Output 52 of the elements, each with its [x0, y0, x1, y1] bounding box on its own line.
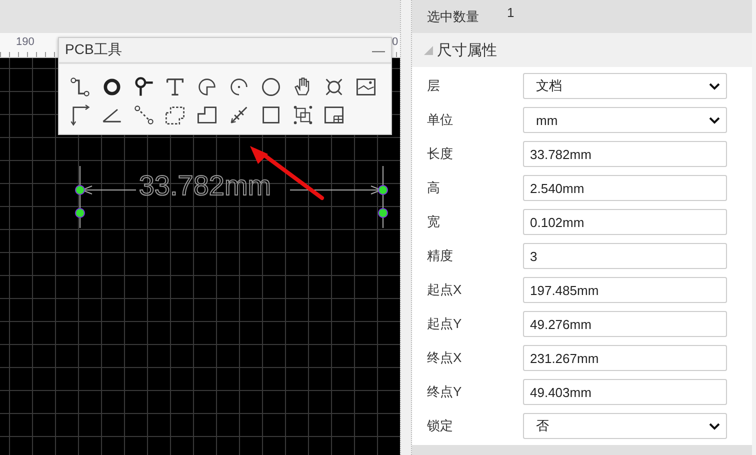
- property-label: 终点Y: [426, 383, 463, 401]
- dashed-line-icon[interactable]: [132, 104, 155, 126]
- step-outline-icon[interactable]: [196, 104, 218, 126]
- property-label: 终点X: [426, 349, 463, 367]
- overlap-squares-icon[interactable]: [292, 104, 314, 126]
- dropdown-field[interactable]: 否: [523, 413, 727, 439]
- property-label: 高: [426, 179, 441, 197]
- endpoint-handle[interactable]: [378, 208, 388, 218]
- dropdown-field[interactable]: mm: [523, 107, 727, 133]
- track-icon[interactable]: [69, 76, 91, 98]
- endpoint-handle[interactable]: [75, 185, 85, 195]
- image-icon[interactable]: [355, 76, 378, 98]
- ruler-label: 0: [392, 36, 398, 48]
- input-field[interactable]: 197.485mm: [523, 277, 727, 303]
- input-field[interactable]: 49.276mm: [523, 311, 727, 337]
- property-label: 层: [426, 77, 441, 95]
- property-label: 宽: [426, 213, 441, 231]
- chevron-icon: [709, 422, 720, 430]
- corner-lines-icon[interactable]: [69, 104, 91, 126]
- via-icon[interactable]: [132, 76, 155, 98]
- selection-count: 1: [507, 5, 514, 20]
- square-icon[interactable]: [260, 104, 282, 126]
- property-label: 长度: [426, 145, 454, 163]
- endpoint-handle[interactable]: [378, 185, 388, 195]
- text-icon[interactable]: [164, 76, 186, 98]
- input-field[interactable]: 2.540mm: [523, 175, 727, 201]
- dimension-label: 33.782mm: [138, 170, 272, 201]
- table-frame-icon[interactable]: [323, 104, 346, 126]
- chevron-icon: [709, 82, 720, 90]
- input-field[interactable]: 33.782mm: [523, 141, 727, 167]
- property-label: 起点Y: [426, 315, 463, 333]
- dashed-region-icon[interactable]: [164, 104, 186, 126]
- input-field[interactable]: 0.102mm: [523, 209, 727, 235]
- selection-count-label: 选中数量: [427, 8, 479, 26]
- dropdown-field[interactable]: 文档: [523, 73, 727, 99]
- section-header[interactable]: 尺寸属性: [412, 33, 752, 67]
- panel-title: PCB工具: [65, 41, 122, 59]
- ruler-label: 190: [16, 36, 34, 48]
- arc-center-icon[interactable]: [228, 76, 250, 98]
- property-label: 单位: [426, 111, 454, 129]
- property-label: 起点X: [426, 281, 463, 299]
- circle-icon[interactable]: [260, 76, 282, 98]
- property-label: 锁定: [426, 417, 454, 435]
- minimize-button[interactable]: —: [372, 42, 385, 58]
- section-title: 尺寸属性: [437, 40, 497, 60]
- property-label: 精度: [426, 247, 454, 265]
- input-field[interactable]: 49.403mm: [523, 379, 727, 405]
- endpoint-handle[interactable]: [75, 208, 85, 218]
- chevron-icon: [709, 116, 720, 124]
- input-field[interactable]: 3: [523, 243, 727, 269]
- input-field[interactable]: 231.267mm: [523, 345, 727, 371]
- arc-icon[interactable]: [196, 76, 218, 98]
